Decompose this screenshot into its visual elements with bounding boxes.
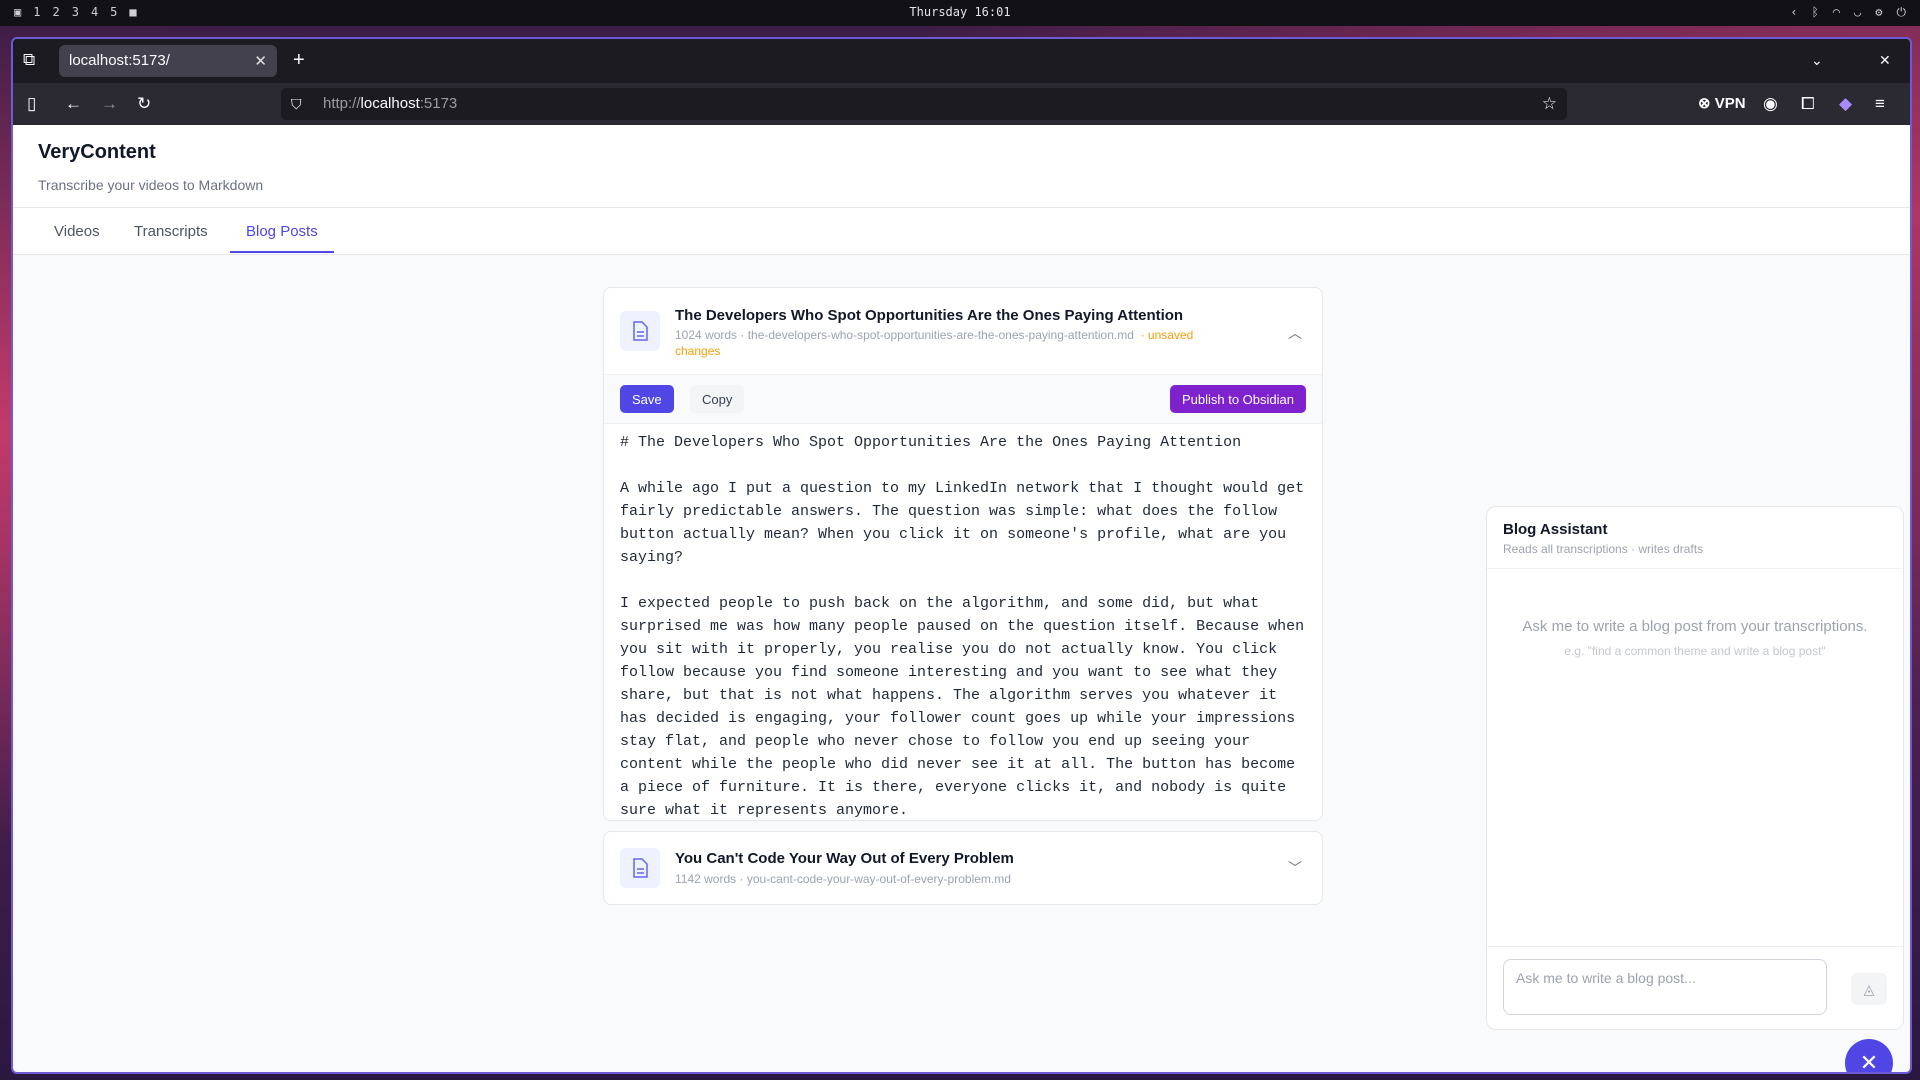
extension-diamond-icon[interactable]: ◆: [1839, 94, 1852, 114]
clock: Thursday 16:01: [909, 5, 1011, 19]
publish-to-obsidian-button[interactable]: Publish to Obsidian: [1169, 385, 1306, 413]
post-meta: 1024 words · the-developers-who-spot-opp…: [675, 328, 1194, 358]
browser-window: ⧉ localhost:5173/ ✕ + ⌄ ✕ ▯ ← → ↻ ⛉ http…: [11, 37, 1912, 1074]
close-tab-icon[interactable]: ✕: [254, 52, 267, 70]
close-assistant-button[interactable]: ✕: [1845, 1039, 1893, 1072]
url-text[interactable]: http://localhost:5173: [323, 95, 457, 112]
app-tabs: Videos Transcripts Blog Posts: [13, 208, 1910, 255]
bluetooth-icon[interactable]: ᛒ: [1812, 5, 1819, 20]
assistant-example: e.g. "find a common theme and write a bl…: [1564, 644, 1826, 658]
close-window-icon[interactable]: ✕: [1879, 50, 1891, 70]
extensions-icon[interactable]: ⧠: [1801, 94, 1815, 114]
vpn-button[interactable]: ⊗ VPN: [1698, 94, 1746, 112]
post-title[interactable]: The Developers Who Spot Opportunities Ar…: [675, 307, 1183, 324]
wifi-icon[interactable]: ◠: [1833, 5, 1840, 20]
app-header: VeryContent Transcribe your videos to Ma…: [13, 125, 1910, 208]
tab-videos[interactable]: Videos: [54, 223, 100, 240]
blog-assistant-panel: Blog Assistant Reads all transcriptions …: [1486, 506, 1904, 1030]
menu-icon[interactable]: ≡: [1875, 94, 1885, 114]
tab-blog-posts[interactable]: Blog Posts: [246, 223, 318, 240]
tab-transcripts[interactable]: Transcripts: [134, 223, 208, 240]
document-icon: [620, 848, 660, 888]
browser-nav-bar: ▯ ← → ↻ ⛉ http://localhost:5173 ☆ ⊗ VPN …: [13, 83, 1910, 125]
tab-overview-icon[interactable]: ⧉: [23, 50, 35, 70]
headphones-icon[interactable]: ◡: [1854, 5, 1861, 20]
app-subtitle: Transcribe your videos to Markdown: [38, 177, 264, 193]
bookmark-star-icon[interactable]: ☆: [1542, 94, 1557, 114]
post-toolbar: Save Copy Publish to Obsidian: [604, 374, 1322, 424]
post-meta: 1142 words · you-cant-code-your-way-out-…: [675, 872, 1011, 886]
assistant-prompt-input[interactable]: [1503, 959, 1827, 1015]
chevron-left-icon[interactable]: ‹: [1790, 5, 1797, 20]
app-title: VeryContent: [38, 141, 156, 163]
active-tab-indicator: [230, 251, 334, 253]
new-tab-icon[interactable]: +: [293, 50, 305, 70]
chevron-up-icon[interactable]: ︿: [1288, 323, 1302, 343]
back-icon[interactable]: ←: [65, 94, 82, 114]
address-bar[interactable]: ⛉ http://localhost:5173 ☆: [281, 88, 1567, 120]
copy-button[interactable]: Copy: [690, 385, 745, 413]
reload-icon[interactable]: ↻: [137, 94, 151, 114]
document-icon: [620, 311, 660, 351]
shield-icon[interactable]: ⛉: [291, 94, 302, 114]
profile-avatar-icon[interactable]: ◉: [1763, 94, 1778, 114]
markdown-editor[interactable]: # The Developers Who Spot Opportunities …: [620, 423, 1310, 820]
post-title[interactable]: You Can't Code Your Way Out of Every Pro…: [675, 850, 1014, 867]
sidebar-toggle-icon[interactable]: ▯: [27, 94, 36, 114]
tab-title: localhost:5173/: [69, 52, 170, 69]
app-page: VeryContent Transcribe your videos to Ma…: [13, 125, 1910, 1072]
chevron-down-icon[interactable]: ﹀: [1288, 858, 1302, 878]
assistant-input-area: ◬: [1487, 946, 1903, 1029]
system-bar: ▣ 1 2 3 4 5 ■ Thursday 16:01 ‹ ᛒ ◠ ◡ ⚙ ⏻: [0, 0, 1920, 26]
forward-icon[interactable]: →: [101, 94, 118, 114]
blog-post-card-collapsed[interactable]: You Can't Code Your Way Out of Every Pro…: [603, 831, 1323, 905]
assistant-subtitle: Reads all transcriptions · writes drafts: [1503, 542, 1704, 556]
blog-post-card: The Developers Who Spot Opportunities Ar…: [603, 287, 1323, 821]
browser-tab-bar: ⧉ localhost:5173/ ✕ + ⌄ ✕: [13, 39, 1910, 83]
assistant-title: Blog Assistant: [1503, 521, 1608, 538]
settings-icon[interactable]: ⚙: [1875, 5, 1882, 20]
save-button[interactable]: Save: [620, 385, 674, 413]
tab-list-chevron-icon[interactable]: ⌄: [1811, 50, 1823, 70]
browser-tab[interactable]: localhost:5173/ ✕: [59, 45, 277, 77]
assistant-header: Blog Assistant Reads all transcriptions …: [1487, 507, 1903, 569]
system-tray: ‹ ᛒ ◠ ◡ ⚙ ⏻: [1790, 5, 1906, 20]
send-icon[interactable]: ◬: [1851, 973, 1887, 1005]
power-icon[interactable]: ⏻: [1897, 5, 1907, 20]
assistant-empty-hint: Ask me to write a blog post from your tr…: [1522, 618, 1868, 635]
